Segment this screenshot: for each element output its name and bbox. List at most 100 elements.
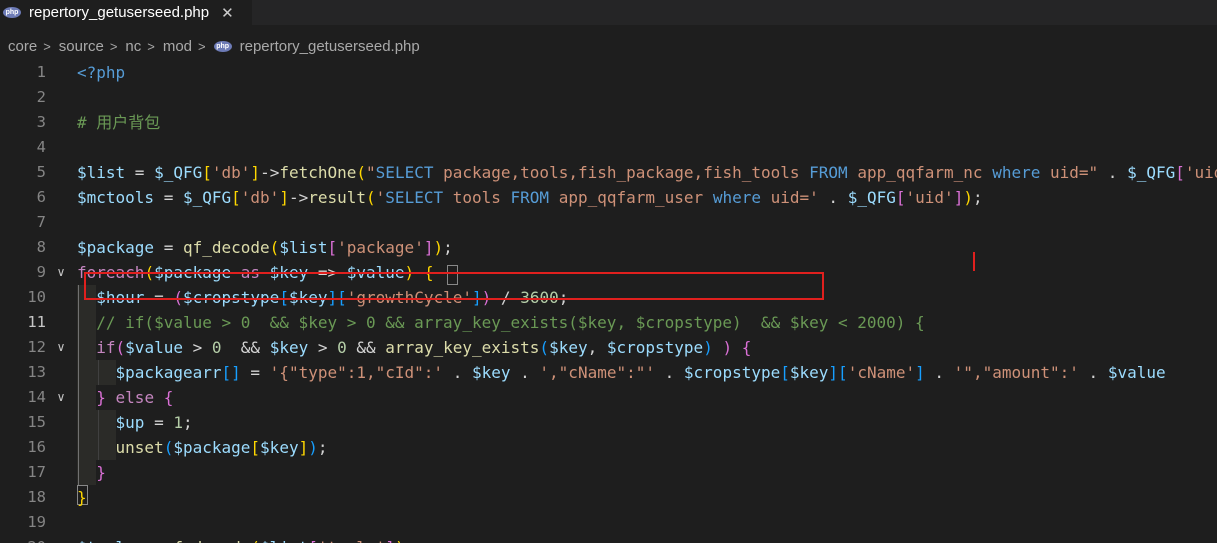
code-line[interactable]: $package = qf_decode($list['package']);: [77, 235, 453, 260]
tab-label: repertory_getuserseed.php: [29, 4, 210, 21]
code-token: ]: [828, 363, 839, 382]
code-token: 'cName': [847, 363, 916, 382]
code-token: 'uid': [1184, 163, 1217, 182]
code-line[interactable]: }: [77, 485, 87, 510]
code-token: .: [510, 363, 540, 382]
code-token: (: [250, 538, 260, 543]
code-token: [: [202, 163, 212, 182]
code-token: $key: [789, 363, 829, 382]
code-line[interactable]: } else {: [77, 385, 173, 410]
code-token: [: [250, 438, 261, 457]
chevron-right-icon: >: [198, 38, 206, 54]
code-token: (: [115, 338, 126, 357]
line-number: 12: [27, 338, 46, 356]
code-token: .: [443, 363, 472, 382]
code-token: (: [269, 238, 280, 257]
code-token: 'package': [337, 238, 424, 257]
breadcrumb-file[interactable]: repertory_getuserseed.php: [240, 38, 420, 55]
code-token: ': [375, 188, 386, 207]
code-token: $packagearr: [115, 363, 222, 382]
editor-tab-bar: php repertory_getuserseed.php ✕: [0, 0, 1217, 25]
code-token: 'db': [211, 163, 251, 182]
line-number: 11: [27, 313, 46, 331]
breadcrumb-item[interactable]: source: [59, 38, 104, 55]
code-token: (: [366, 188, 376, 207]
code-token: {: [163, 388, 174, 407]
code-token: $key: [260, 438, 299, 457]
breadcrumb-item[interactable]: nc: [125, 38, 141, 55]
code-token: where: [992, 163, 1041, 182]
code-token: $_QFG: [154, 163, 203, 182]
code-token: $list: [77, 163, 126, 182]
tab-repertory-getuserseed[interactable]: php repertory_getuserseed.php ✕: [0, 0, 252, 25]
annotation-highlight-box: [84, 272, 824, 300]
code-token: .: [924, 363, 954, 382]
code-token: ->: [288, 188, 309, 207]
code-token: 0: [211, 338, 222, 357]
code-line[interactable]: # 用户背包: [77, 110, 160, 135]
line-number: 20: [0, 535, 46, 543]
code-token: $_QFG: [847, 188, 896, 207]
code-token: ',"cName":"': [539, 363, 655, 382]
code-token: ): [963, 188, 973, 207]
code-token: $key: [549, 338, 588, 357]
code-token: [: [895, 188, 906, 207]
code-token: [: [308, 538, 318, 543]
line-number: 18: [27, 488, 46, 506]
code-token: $package: [77, 238, 155, 257]
line-number: 17: [27, 463, 46, 481]
code-line[interactable]: $packagearr[] = '{"type":1,"cId":' . $ke…: [77, 360, 1166, 385]
code-line[interactable]: $list = $_QFG['db']->fetchOne("SELECT pa…: [77, 160, 1217, 185]
code-token: '{"type":1,"cId":': [269, 363, 444, 382]
code-token: ;: [443, 238, 453, 257]
code-line[interactable]: $tools = qf_decode($list['tools']);: [77, 535, 414, 543]
fold-chevron-icon[interactable]: ∨: [55, 335, 67, 360]
code-line[interactable]: // if($value > 0 && $key > 0 && array_ke…: [77, 310, 924, 335]
code-token: ): [308, 438, 318, 457]
code-line[interactable]: <?php: [77, 60, 125, 85]
code-token: 'tools': [318, 538, 385, 543]
code-token: app_qqfarm_nc: [847, 163, 993, 182]
code-token: ): [395, 538, 405, 543]
code-token: qf_decode: [164, 538, 251, 543]
code-token: $list: [279, 238, 328, 257]
code-token: ]: [385, 538, 395, 543]
code-token: qf_decode: [182, 238, 270, 257]
code-line[interactable]: $up = 1;: [77, 410, 193, 435]
breadcrumb-item[interactable]: core: [8, 38, 37, 55]
code-token: {: [741, 338, 752, 357]
code-token: 0: [337, 338, 347, 357]
line-number: 13: [27, 363, 46, 381]
text-cursor: [973, 252, 975, 271]
code-token: ]: [953, 188, 964, 207]
code-token: ->: [260, 163, 280, 182]
code-token: &&: [221, 338, 270, 357]
code-token: (: [356, 163, 367, 182]
code-token: FROM: [809, 163, 848, 182]
code-token: =: [154, 188, 183, 207]
code-token: $cropstype: [683, 363, 781, 382]
code-token: app_qqfarm_user: [549, 188, 713, 207]
line-number: 19: [27, 513, 46, 531]
code-line[interactable]: }: [77, 460, 106, 485]
code-token: $tools: [77, 538, 135, 543]
code-line[interactable]: if($value > 0 && $key > 0 && array_key_e…: [77, 335, 751, 360]
code-token: ): [433, 238, 444, 257]
close-icon[interactable]: ✕: [221, 4, 234, 22]
code-line[interactable]: $mctools = $_QFG['db']->result('SELECT t…: [77, 185, 983, 210]
code-token: SELECT: [375, 163, 434, 182]
breadcrumb-item[interactable]: mod: [163, 38, 192, 55]
fold-chevron-icon[interactable]: ∨: [55, 385, 67, 410]
chevron-right-icon: >: [109, 38, 118, 54]
code-token: $value: [1107, 363, 1166, 382]
code-token: =: [154, 238, 183, 257]
fold-chevron-icon[interactable]: ∨: [55, 260, 67, 285]
code-editor[interactable]: 1234567891011121314151617181920 ∨∨∨ <?ph…: [0, 60, 1217, 543]
code-token: (: [163, 438, 174, 457]
code-token: uid=': [761, 188, 819, 207]
code-line[interactable]: unset($package[$key]);: [77, 435, 328, 460]
